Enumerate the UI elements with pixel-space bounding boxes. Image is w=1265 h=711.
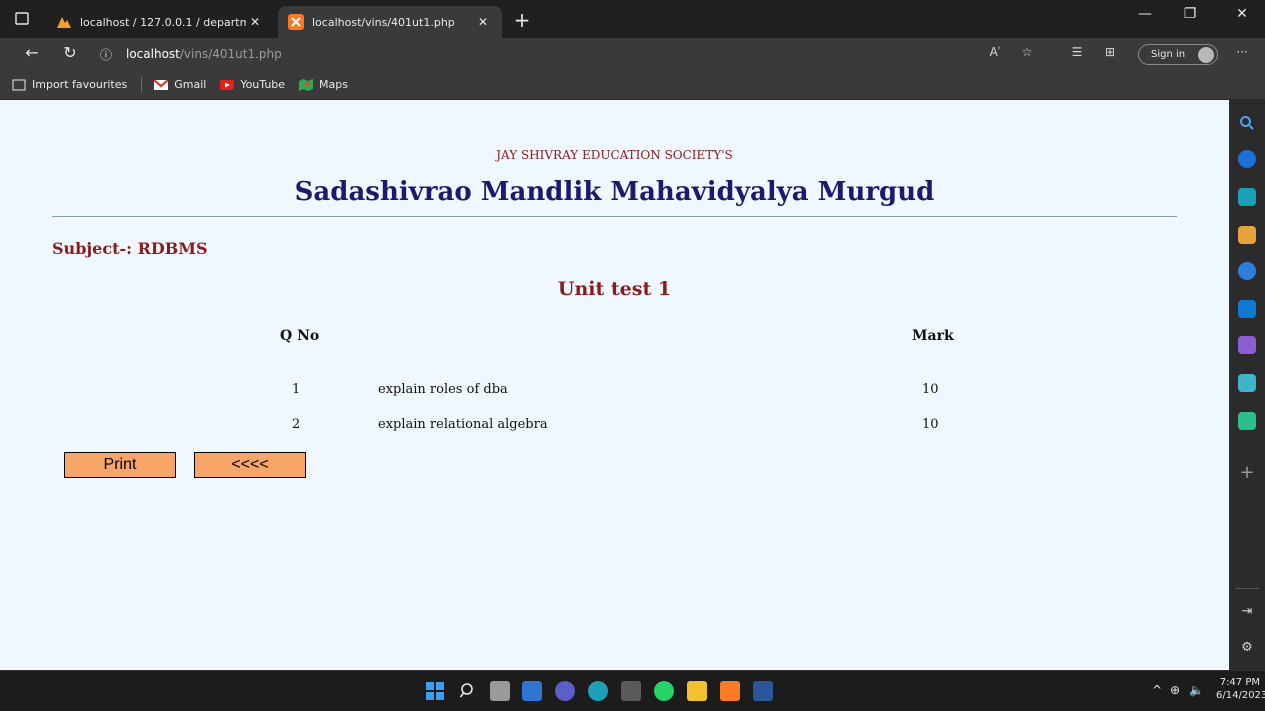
college-title: Sadashivrao Mandlik Mahavidyalya Murgud <box>294 177 935 207</box>
bookmark-label: Import favourites <box>32 78 128 91</box>
table-cell-qno: 2 <box>292 417 301 432</box>
import-icon <box>12 79 26 91</box>
window-close-icon[interactable]: ✕ <box>1222 6 1262 22</box>
society-name: JAY SHIVRAY EDUCATION SOCIETY'S <box>496 148 733 162</box>
widgets-icon[interactable] <box>522 681 542 701</box>
microsoft-store-icon[interactable] <box>621 681 641 701</box>
tab-title: localhost / 127.0.0.1 / departmen <box>80 15 246 29</box>
sign-in-label: Sign in <box>1151 49 1186 60</box>
bookmark-label: Maps <box>319 78 348 91</box>
table-cell-question: explain relational algebra <box>378 417 548 432</box>
bookmark-maps[interactable]: Maps <box>299 78 348 91</box>
header-divider <box>52 216 1177 217</box>
table-cell-qno: 1 <box>292 382 301 397</box>
close-icon[interactable]: ✕ <box>246 15 264 29</box>
word-icon[interactable] <box>753 681 773 701</box>
file-explorer-icon[interactable] <box>687 681 707 701</box>
sidebar-divider <box>1235 588 1259 589</box>
collections-icon[interactable]: ⊞ <box>1100 45 1120 63</box>
table-cell-question: explain roles of dba <box>378 382 508 397</box>
refresh-icon[interactable]: ↻ <box>58 43 82 62</box>
task-view-icon[interactable] <box>490 681 510 701</box>
subject-label: Subject-: RDBMS <box>52 239 208 258</box>
bookmarks-bar: Import favourites Gmail YouTube Maps <box>0 70 1265 100</box>
close-icon[interactable]: ✕ <box>474 15 492 29</box>
maps-icon <box>299 78 314 91</box>
favorite-star-icon[interactable]: ☆ <box>1017 45 1037 63</box>
avatar <box>1198 47 1214 63</box>
tab-bar: localhost / 127.0.0.1 / departmen ✕ loca… <box>0 0 1265 38</box>
address-toolbar: ← ↻ ⓘ localhost/vins/401ut1.php Aʸ ☆ ☰ ⊞… <box>0 38 1265 70</box>
volume-icon[interactable]: 🔈 <box>1189 683 1204 697</box>
hide-sidebar-icon[interactable]: ⇥ <box>1238 604 1256 619</box>
add-sidebar-app-icon[interactable]: + <box>1238 462 1256 483</box>
outlook-icon[interactable] <box>1238 300 1256 318</box>
read-aloud-icon[interactable]: Aʸ <box>985 45 1005 63</box>
bing-chat-icon[interactable] <box>1238 150 1256 168</box>
restore-icon[interactable]: ❐ <box>1170 6 1210 22</box>
games-icon[interactable] <box>1238 262 1256 280</box>
teams-chat-icon[interactable] <box>555 681 575 701</box>
edge-browser-icon[interactable] <box>588 681 608 701</box>
tools-icon[interactable] <box>1238 226 1256 244</box>
bookmark-divider <box>141 76 143 93</box>
network-icon[interactable]: ⊕ <box>1170 683 1180 697</box>
gmail-icon <box>153 78 169 91</box>
url-path: /vins/401ut1.php <box>179 47 282 61</box>
windows-taskbar: ^ ⊕ 🔈 7:47 PM 6/14/2023 <box>0 670 1265 711</box>
info-icon[interactable]: ⓘ <box>100 46 118 63</box>
clock-time: 7:47 PM <box>1219 677 1260 688</box>
unit-test-title: Unit test 1 <box>557 278 672 300</box>
settings-gear-icon[interactable]: ⚙ <box>1238 640 1256 655</box>
youtube-icon <box>220 79 235 91</box>
show-hidden-icons-icon[interactable]: ^ <box>1152 683 1162 697</box>
bookmark-gmail[interactable]: Gmail <box>153 78 207 91</box>
bookmark-import-favourites[interactable]: Import favourites <box>12 78 127 91</box>
minimize-icon[interactable]: — <box>1125 6 1165 22</box>
whatsapp-icon[interactable] <box>654 681 674 701</box>
system-clock[interactable]: 7:47 PM 6/14/2023 <box>1216 676 1265 702</box>
phpmyadmin-icon <box>56 14 72 30</box>
sign-in-button[interactable]: Sign in <box>1138 44 1218 65</box>
tab-phpmyadmin[interactable]: localhost / 127.0.0.1 / departmen ✕ <box>46 6 274 38</box>
table-cell-mark: 10 <box>922 417 939 432</box>
back-button[interactable]: <<<< <box>194 452 306 478</box>
print-button[interactable]: Print <box>64 452 176 478</box>
clock-date: 6/14/2023 <box>1216 690 1265 701</box>
designer-icon[interactable] <box>1238 336 1256 354</box>
more-menu-icon[interactable]: ··· <box>1232 45 1252 63</box>
new-tab-icon[interactable]: + <box>510 8 534 32</box>
edge-sidebar: + ⇥ ⚙ <box>1229 100 1265 670</box>
bookmark-label: YouTube <box>240 78 286 91</box>
windows-start-icon[interactable] <box>425 681 445 701</box>
tab-current-page[interactable]: localhost/vins/401ut1.php ✕ <box>278 6 502 38</box>
url-host: localhost <box>126 47 180 61</box>
column-header-qno: Q No <box>280 328 320 344</box>
address-bar[interactable]: ⓘ localhost/vins/401ut1.php <box>100 42 960 66</box>
tab-actions-icon[interactable] <box>10 8 34 30</box>
favorites-list-icon[interactable]: ☰ <box>1067 45 1087 63</box>
table-cell-mark: 10 <box>922 382 939 397</box>
search-icon[interactable] <box>1238 114 1256 132</box>
column-header-mark: Mark <box>912 328 954 344</box>
bookmark-label: Gmail <box>174 78 207 91</box>
xampp-taskbar-icon[interactable] <box>720 681 740 701</box>
bookmark-youtube[interactable]: YouTube <box>220 78 285 91</box>
page-content: JAY SHIVRAY EDUCATION SOCIETY'S Sadashiv… <box>0 100 1229 670</box>
xampp-icon <box>288 14 304 30</box>
shopping-icon[interactable] <box>1238 188 1256 206</box>
tab-title: localhost/vins/401ut1.php <box>312 15 455 29</box>
tree-icon[interactable] <box>1238 412 1256 430</box>
taskbar-search-icon[interactable] <box>458 681 478 701</box>
back-arrow-icon[interactable]: ← <box>20 43 44 62</box>
drop-icon[interactable] <box>1238 374 1256 392</box>
